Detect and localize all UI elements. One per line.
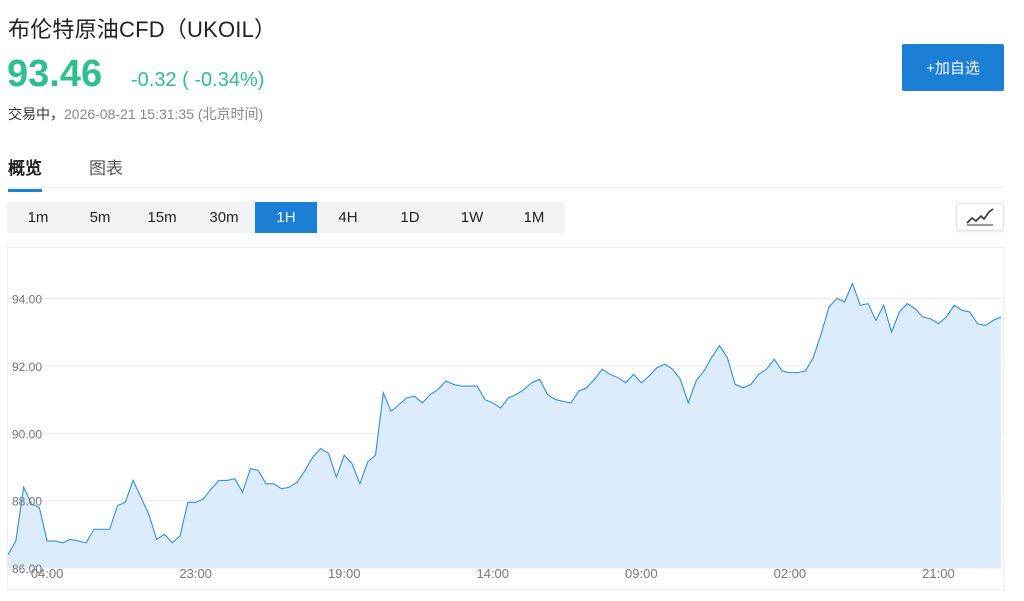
instrument-title: 布伦特原油CFD（UKOIL） bbox=[8, 17, 277, 42]
last-price: 93.46 bbox=[7, 53, 103, 95]
x-tick-label: 23:00 bbox=[179, 566, 212, 581]
interval-1mo[interactable]: 1M bbox=[503, 202, 565, 233]
interval-1d[interactable]: 1D bbox=[379, 202, 441, 233]
x-tick-label: 21:00 bbox=[922, 566, 955, 581]
interval-30m[interactable]: 30m bbox=[193, 202, 255, 233]
x-tick-label: 04:00 bbox=[31, 566, 64, 581]
interval-1h[interactable]: 1H bbox=[255, 202, 317, 233]
y-tick-label: 92.00 bbox=[12, 360, 42, 374]
quote-time: 2026-08-21 15:31:35 (北京时间) bbox=[64, 106, 264, 122]
interval-15m[interactable]: 15m bbox=[131, 202, 193, 233]
y-tick-label: 90.00 bbox=[12, 427, 42, 441]
interval-1m[interactable]: 1m bbox=[7, 202, 69, 233]
interval-4h[interactable]: 4H bbox=[317, 202, 379, 233]
interval-1w[interactable]: 1W bbox=[441, 202, 503, 233]
y-tick-label: 94.00 bbox=[12, 293, 42, 307]
price-chart: 86.00 88.00 90.00 92.00 94.00 04:00 23:00 19:00… bbox=[7, 247, 1005, 590]
chart-type-button[interactable] bbox=[956, 203, 1004, 231]
tab-bar: 概览 图表 bbox=[8, 150, 1004, 192]
tab-chart[interactable]: 图表 bbox=[89, 154, 123, 189]
trading-status: 交易中，2026-08-21 15:31:35 (北京时间) bbox=[8, 104, 263, 124]
tab-overview[interactable]: 概览 bbox=[8, 154, 42, 192]
x-tick-label: 19:00 bbox=[328, 566, 361, 581]
add-watchlist-button[interactable]: +加自选 bbox=[902, 44, 1004, 91]
price-chart-svg: 86.0088.0090.0092.0094.0004:00 23:00 19:00… bbox=[7, 281, 1005, 581]
trading-state: 交易中， bbox=[8, 106, 64, 122]
x-tick-label: 02:00 bbox=[774, 566, 807, 581]
interval-selector: 1m 5m 15m 30m 1H 4H 1D 1W 1M bbox=[7, 202, 565, 233]
x-tick-label: 14:00 bbox=[476, 566, 509, 581]
x-tick-label: 09:00 bbox=[625, 566, 658, 581]
line-chart-icon bbox=[966, 208, 994, 226]
price-area bbox=[8, 283, 1001, 568]
interval-5m[interactable]: 5m bbox=[69, 202, 131, 233]
y-tick-label: 88.00 bbox=[12, 495, 42, 509]
price-change: -0.32 ( -0.34%) bbox=[131, 69, 265, 91]
